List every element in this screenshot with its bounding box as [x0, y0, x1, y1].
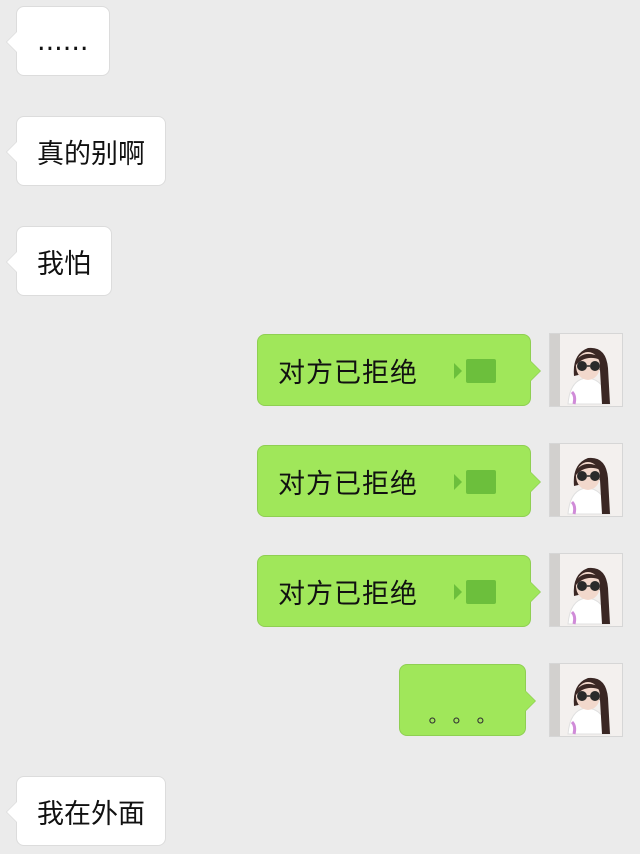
- chat-area: ...... 真的别啊 我怕 对方已拒绝 对方已拒绝 对方已拒绝 。。。 我在外…: [0, 0, 640, 854]
- call-status-text: 对方已拒绝: [278, 468, 418, 500]
- message-text: 我在外面: [37, 798, 145, 830]
- message-text: 我怕: [37, 248, 91, 280]
- user-avatar[interactable]: [549, 663, 623, 737]
- video-call-icon: [454, 580, 496, 604]
- message-bubble-incoming[interactable]: 我在外面: [6, 776, 166, 846]
- user-avatar[interactable]: [549, 443, 623, 517]
- call-status-text: 对方已拒绝: [278, 357, 418, 389]
- message-bubble-incoming[interactable]: ......: [6, 6, 110, 76]
- call-status-text: 对方已拒绝: [278, 578, 418, 610]
- message-bubble-outgoing[interactable]: 。。。: [399, 664, 536, 736]
- call-record-bubble[interactable]: 对方已拒绝: [257, 555, 541, 627]
- message-bubble-incoming[interactable]: 我怕: [6, 226, 112, 296]
- message-bubble-incoming[interactable]: 真的别啊: [6, 116, 166, 186]
- message-text: ......: [37, 25, 89, 57]
- call-record-bubble[interactable]: 对方已拒绝: [257, 334, 541, 406]
- user-avatar[interactable]: [549, 333, 623, 407]
- video-call-icon: [454, 359, 496, 383]
- video-call-icon: [454, 470, 496, 494]
- call-record-bubble[interactable]: 对方已拒绝: [257, 445, 541, 517]
- message-text: 真的别啊: [37, 138, 145, 170]
- message-text: 。。。: [428, 702, 511, 727]
- user-avatar[interactable]: [549, 553, 623, 627]
